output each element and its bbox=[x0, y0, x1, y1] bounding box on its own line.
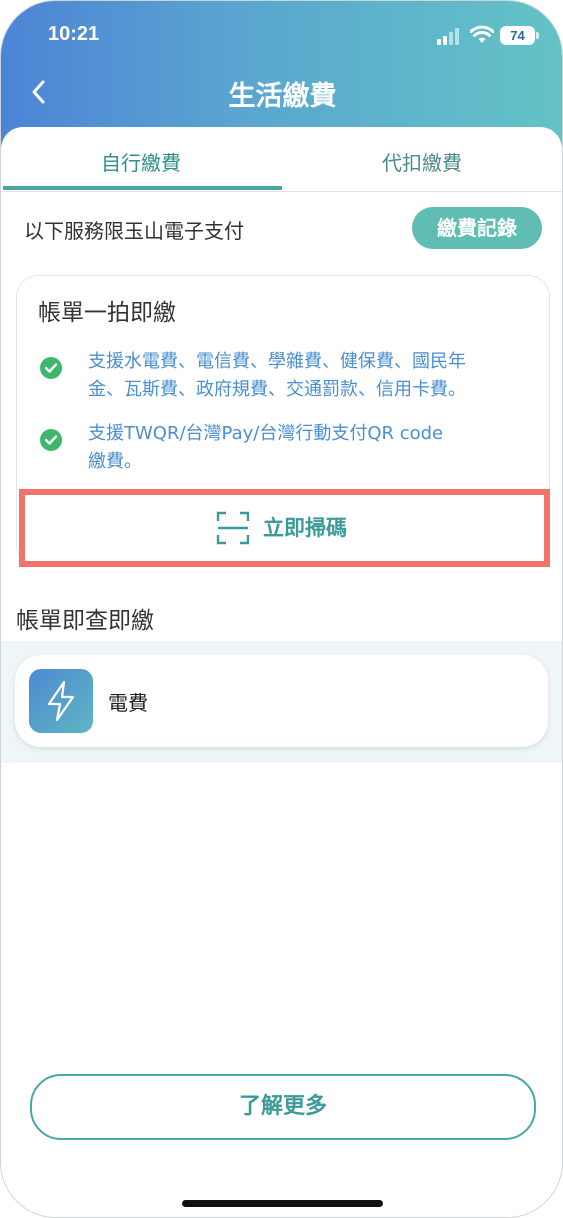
scan-now-button[interactable]: 立即掃碼 bbox=[19, 489, 550, 567]
feature-qr-support: 支援TWQR/台灣Pay/台灣行動支付QR code 繳費。 bbox=[88, 420, 528, 476]
lightning-bolt-icon bbox=[29, 669, 93, 733]
feature-line: 支援TWQR/台灣Pay/台灣行動支付QR code bbox=[88, 423, 444, 444]
tab-auto-debit[interactable]: 代扣繳費 bbox=[282, 147, 562, 176]
check-circle-icon bbox=[40, 357, 62, 379]
content-sheet: 自行繳費 代扣繳費 以下服務限玉山電子支付 繳費記錄 帳單一拍即繳 支援水電費、… bbox=[1, 127, 562, 1217]
bill-item-electricity[interactable]: 電費 bbox=[15, 655, 548, 747]
wifi-icon bbox=[470, 25, 494, 43]
card-title: 帳單一拍即繳 bbox=[38, 300, 176, 326]
feature-bill-types: 支援水電費、電信費、學雜費、健保費、國民年 金、瓦斯費、政府規費、交通罰款、信用… bbox=[88, 348, 528, 404]
header: 10:21 74 生活繳費 bbox=[1, 1, 562, 147]
payment-record-button[interactable]: 繳費記錄 bbox=[412, 207, 542, 249]
tab-active-indicator bbox=[3, 186, 282, 190]
section-title: 帳單即查即繳 bbox=[16, 608, 154, 634]
tab-self-payment[interactable]: 自行繳費 bbox=[1, 147, 281, 176]
feature-line: 金、瓦斯費、政府規費、交通罰款、信用卡費。 bbox=[88, 379, 466, 400]
page-title: 生活繳費 bbox=[228, 81, 337, 112]
tab-bar: 自行繳費 代扣繳費 bbox=[1, 127, 562, 192]
feature-line: 支援水電費、電信費、學雜費、健保費、國民年 bbox=[88, 351, 466, 372]
bill-item-label: 電費 bbox=[108, 691, 148, 715]
signal-icon bbox=[437, 28, 463, 45]
feature-line: 繳費。 bbox=[88, 451, 142, 472]
battery-cap bbox=[536, 32, 539, 39]
bill-list: 電費 bbox=[1, 641, 562, 763]
scan-icon bbox=[216, 511, 250, 545]
learn-more-button[interactable]: 了解更多 bbox=[30, 1074, 536, 1140]
service-note: 以下服務限玉山電子支付 bbox=[24, 219, 244, 243]
home-indicator bbox=[182, 1200, 383, 1207]
status-time: 10:21 bbox=[48, 23, 100, 45]
phone-frame: 10:21 74 生活繳費 自行繳費 代扣繳費 以下服務限玉山電子支付 繳費記錄 bbox=[0, 0, 563, 1218]
check-circle-icon bbox=[40, 429, 62, 451]
battery-icon: 74 bbox=[500, 26, 535, 45]
scan-now-label: 立即掃碼 bbox=[263, 516, 347, 540]
